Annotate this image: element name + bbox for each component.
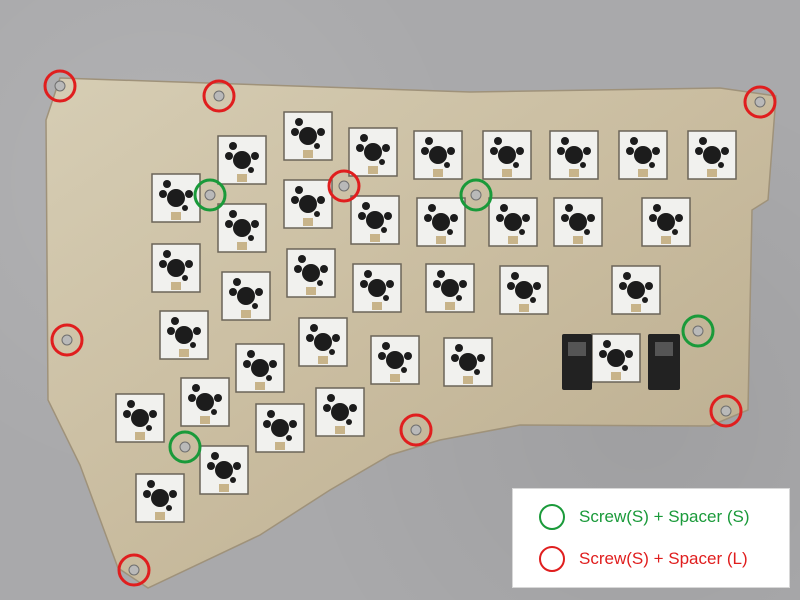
- legend-box: Screw(S) + Spacer (S) Screw(S) + Spacer …: [512, 488, 790, 588]
- screw: [54, 80, 66, 92]
- key-switch: [159, 310, 209, 360]
- key-switch: [217, 135, 267, 185]
- key-switch: [283, 179, 333, 229]
- screw: [410, 424, 422, 436]
- key-switch: [370, 335, 420, 385]
- key-switch: [553, 197, 603, 247]
- key-switch: [641, 197, 691, 247]
- stabilizer-right: [648, 334, 680, 390]
- key-switch: [425, 263, 475, 313]
- key-switch: [549, 130, 599, 180]
- key-switch: [255, 403, 305, 453]
- key-switch: [591, 333, 641, 383]
- screw: [338, 180, 350, 192]
- key-switch: [315, 387, 365, 437]
- key-switch: [151, 243, 201, 293]
- key-switch: [443, 337, 493, 387]
- screw: [754, 96, 766, 108]
- key-switch: [618, 130, 668, 180]
- key-switch: [235, 343, 285, 393]
- key-switch: [350, 195, 400, 245]
- screw: [61, 334, 73, 346]
- key-switch: [283, 111, 333, 161]
- legend-label-large-spacer: Screw(S) + Spacer (L): [579, 549, 748, 568]
- screw: [204, 189, 216, 201]
- key-switch: [286, 248, 336, 298]
- screw: [470, 189, 482, 201]
- key-switch: [221, 271, 271, 321]
- screw: [213, 90, 225, 102]
- key-switch: [180, 377, 230, 427]
- key-switch: [413, 130, 463, 180]
- key-switch: [199, 445, 249, 495]
- key-switch: [416, 197, 466, 247]
- green-circle-icon: [539, 504, 565, 530]
- key-switch: [687, 130, 737, 180]
- key-switch: [217, 203, 267, 253]
- key-switch: [352, 263, 402, 313]
- screw: [128, 564, 140, 576]
- key-switch: [499, 265, 549, 315]
- screw: [720, 405, 732, 417]
- key-switch: [298, 317, 348, 367]
- key-switch: [348, 127, 398, 177]
- red-circle-icon: [539, 546, 565, 572]
- screw: [179, 441, 191, 453]
- stabilizer-left: [562, 334, 592, 390]
- key-switch: [488, 197, 538, 247]
- screw: [692, 325, 704, 337]
- legend-label-small-spacer: Screw(S) + Spacer (S): [579, 507, 750, 526]
- key-switch: [135, 473, 185, 523]
- key-switch: [611, 265, 661, 315]
- key-switch: [482, 130, 532, 180]
- legend-row-large-spacer: Screw(S) + Spacer (L): [539, 546, 748, 572]
- key-switch: [115, 393, 165, 443]
- key-switch: [151, 173, 201, 223]
- legend-row-small-spacer: Screw(S) + Spacer (S): [539, 504, 750, 530]
